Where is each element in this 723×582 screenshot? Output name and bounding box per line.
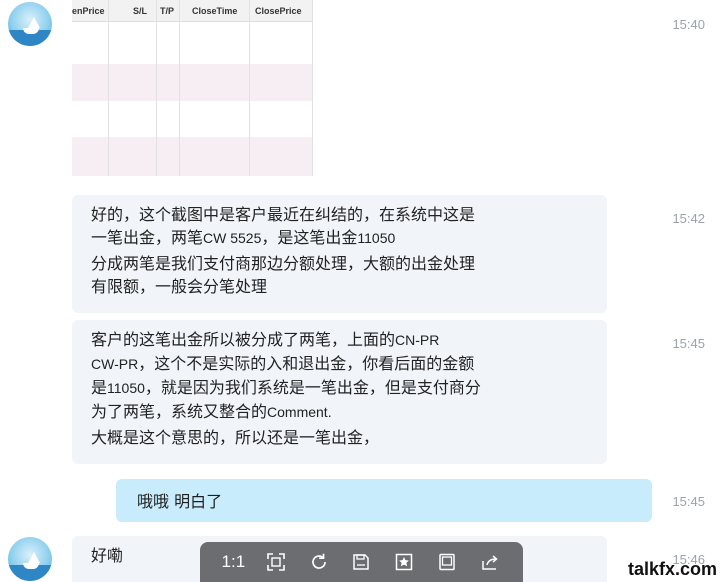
message-text: 客户的这笔出金所以被分成了两笔，上面的CN-PR CW-PR，这个不是实际的入和退… (91, 330, 481, 421)
message-text: 哦哦 明白了 (137, 492, 223, 511)
actual-size-button[interactable]: 1:1 (220, 549, 246, 575)
present-icon[interactable] (434, 549, 460, 575)
column-header: T/P (160, 6, 175, 16)
rotate-icon[interactable] (306, 549, 332, 575)
image-viewer-toolbar: 1:1 (200, 542, 523, 582)
column-header: S/L (133, 6, 148, 16)
message-time: 15:45 (672, 336, 705, 351)
column-header: enPrice (72, 6, 105, 16)
fit-screen-icon[interactable] (263, 549, 289, 575)
message-time: 15:45 (672, 494, 705, 509)
own-message-bubble[interactable]: 哦哦 明白了 (116, 479, 652, 522)
column-header: ClosePrice (255, 6, 302, 16)
watermark: talkfx.com (627, 559, 717, 579)
message-bubble[interactable]: 客户的这笔出金所以被分成了两笔，上面的CN-PR CW-PR，这个不是实际的入和退… (72, 320, 607, 464)
table-screenshot-image[interactable]: enPrice S/L T/P CloseTime ClosePrice (72, 0, 313, 176)
star-icon[interactable] (391, 549, 417, 575)
message-time: 15:40 (672, 17, 705, 32)
column-header: CloseTime (192, 6, 238, 16)
avatar[interactable] (8, 2, 52, 46)
save-icon[interactable] (348, 549, 374, 575)
share-icon[interactable] (477, 549, 503, 575)
message-bubble[interactable]: 好的，这个截图中是客户最近在纠结的，在系统中这是 一笔出金，两笔CW 5525，是… (72, 195, 607, 313)
message-text: 好的，这个截图中是客户最近在纠结的，在系统中这是 一笔出金，两笔CW 5525，是… (91, 205, 476, 247)
message-text: 大概是这个意思的，所以还是一笔出金， (91, 428, 380, 447)
message-text: 分成两笔是我们支付商那边分额处理，大额的出金处理 有限额，一般会分笔处理 (91, 254, 476, 296)
avatar[interactable] (8, 537, 52, 581)
message-time: 15:42 (672, 211, 705, 226)
